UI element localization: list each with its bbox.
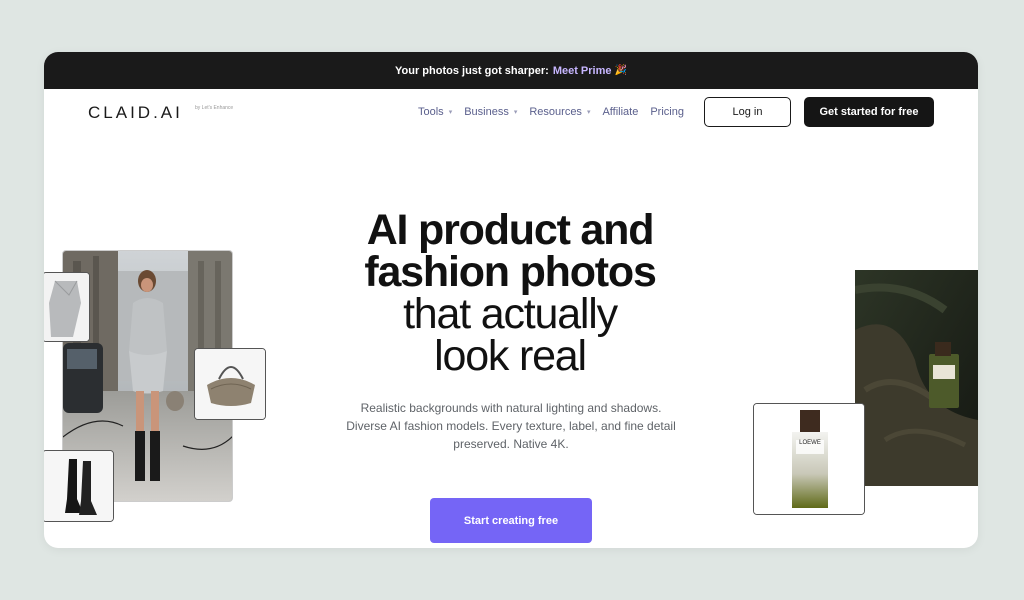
login-button[interactable]: Log in [704, 97, 791, 127]
nav-item-label: Business [464, 106, 509, 118]
nav-item-affiliate[interactable]: Affiliate [602, 106, 638, 118]
main-nav: Tools ▾ Business ▾ Resources ▾ Affiliate… [418, 106, 696, 118]
handbag-product-card [194, 348, 266, 420]
boots-icon [44, 451, 113, 521]
perfume-product-card: LOEWE [753, 403, 865, 515]
announcement-link[interactable]: Meet Prime [553, 65, 612, 77]
chevron-down-icon: ▾ [448, 109, 453, 116]
perfume-label: LOEWE [799, 440, 821, 446]
brand-sub: by Let's Enhance [195, 105, 234, 111]
hero-line-2: fashion photos [364, 248, 657, 296]
chevron-down-icon: ▾ [513, 109, 518, 116]
tree-scene-illustration [855, 270, 978, 486]
page-frame: Your photos just got sharper: Meet Prime… [44, 52, 978, 548]
hero-line-3: that actually [403, 290, 618, 338]
dress-icon [44, 273, 89, 341]
chevron-down-icon: ▾ [586, 109, 591, 116]
hero-line-1: AI product and [366, 206, 655, 254]
brand-logo[interactable]: CLAID.AI [88, 103, 183, 123]
dress-product-card [44, 272, 90, 342]
hero-line-4: look real [434, 332, 587, 380]
perfume-bottle-icon [754, 404, 864, 514]
start-creating-button[interactable]: Start creating free [430, 498, 592, 543]
boots-product-card [44, 450, 114, 522]
nav-item-label: Affiliate [602, 106, 639, 118]
nav-item-resources[interactable]: Resources ▾ [529, 106, 590, 118]
nav-item-business[interactable]: Business ▾ [464, 106, 517, 118]
get-started-button[interactable]: Get started for free [804, 97, 934, 127]
hero-headline: AI product and fashion photos that actua… [290, 206, 730, 380]
nav-item-label: Pricing [650, 106, 684, 118]
nav-item-label: Resources [529, 106, 582, 118]
party-icon: 🎉 [614, 65, 627, 76]
perfume-nature-photo [855, 270, 978, 486]
nav-item-tools[interactable]: Tools ▾ [418, 106, 452, 118]
handbag-icon [195, 349, 265, 419]
announcement-text: Your photos just got sharper: [395, 64, 549, 77]
nav-item-pricing[interactable]: Pricing [650, 106, 684, 118]
hero-subtext: Realistic backgrounds with natural light… [346, 401, 676, 451]
nav-item-label: Tools [418, 106, 444, 118]
announcement-bar[interactable]: Your photos just got sharper: Meet Prime… [44, 52, 978, 89]
